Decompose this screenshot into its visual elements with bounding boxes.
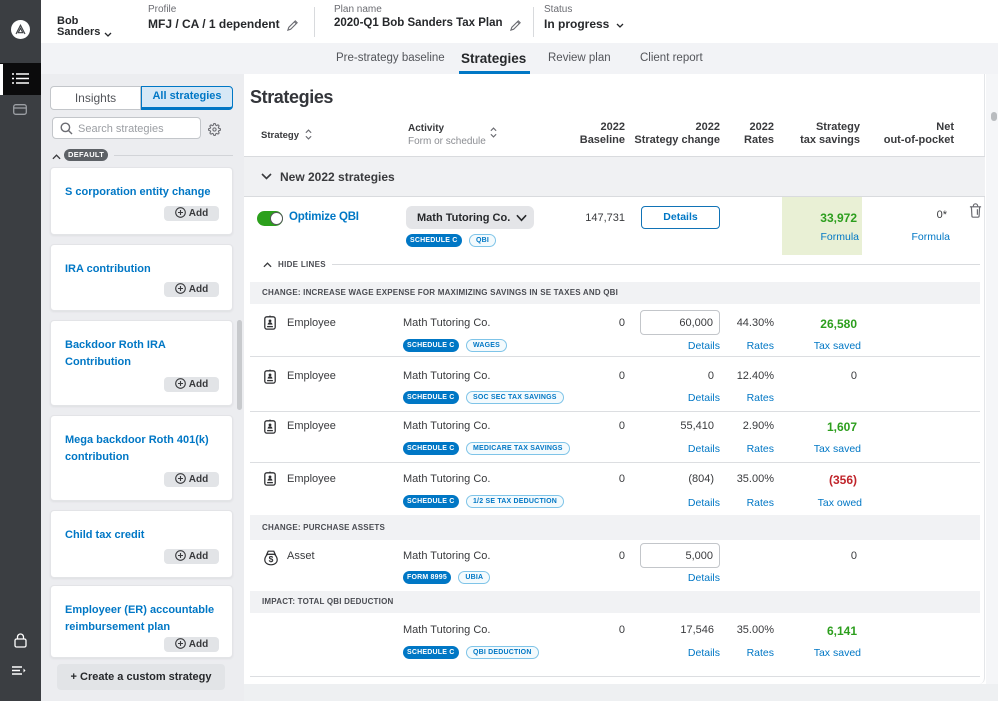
- svg-text:$: $: [269, 554, 274, 564]
